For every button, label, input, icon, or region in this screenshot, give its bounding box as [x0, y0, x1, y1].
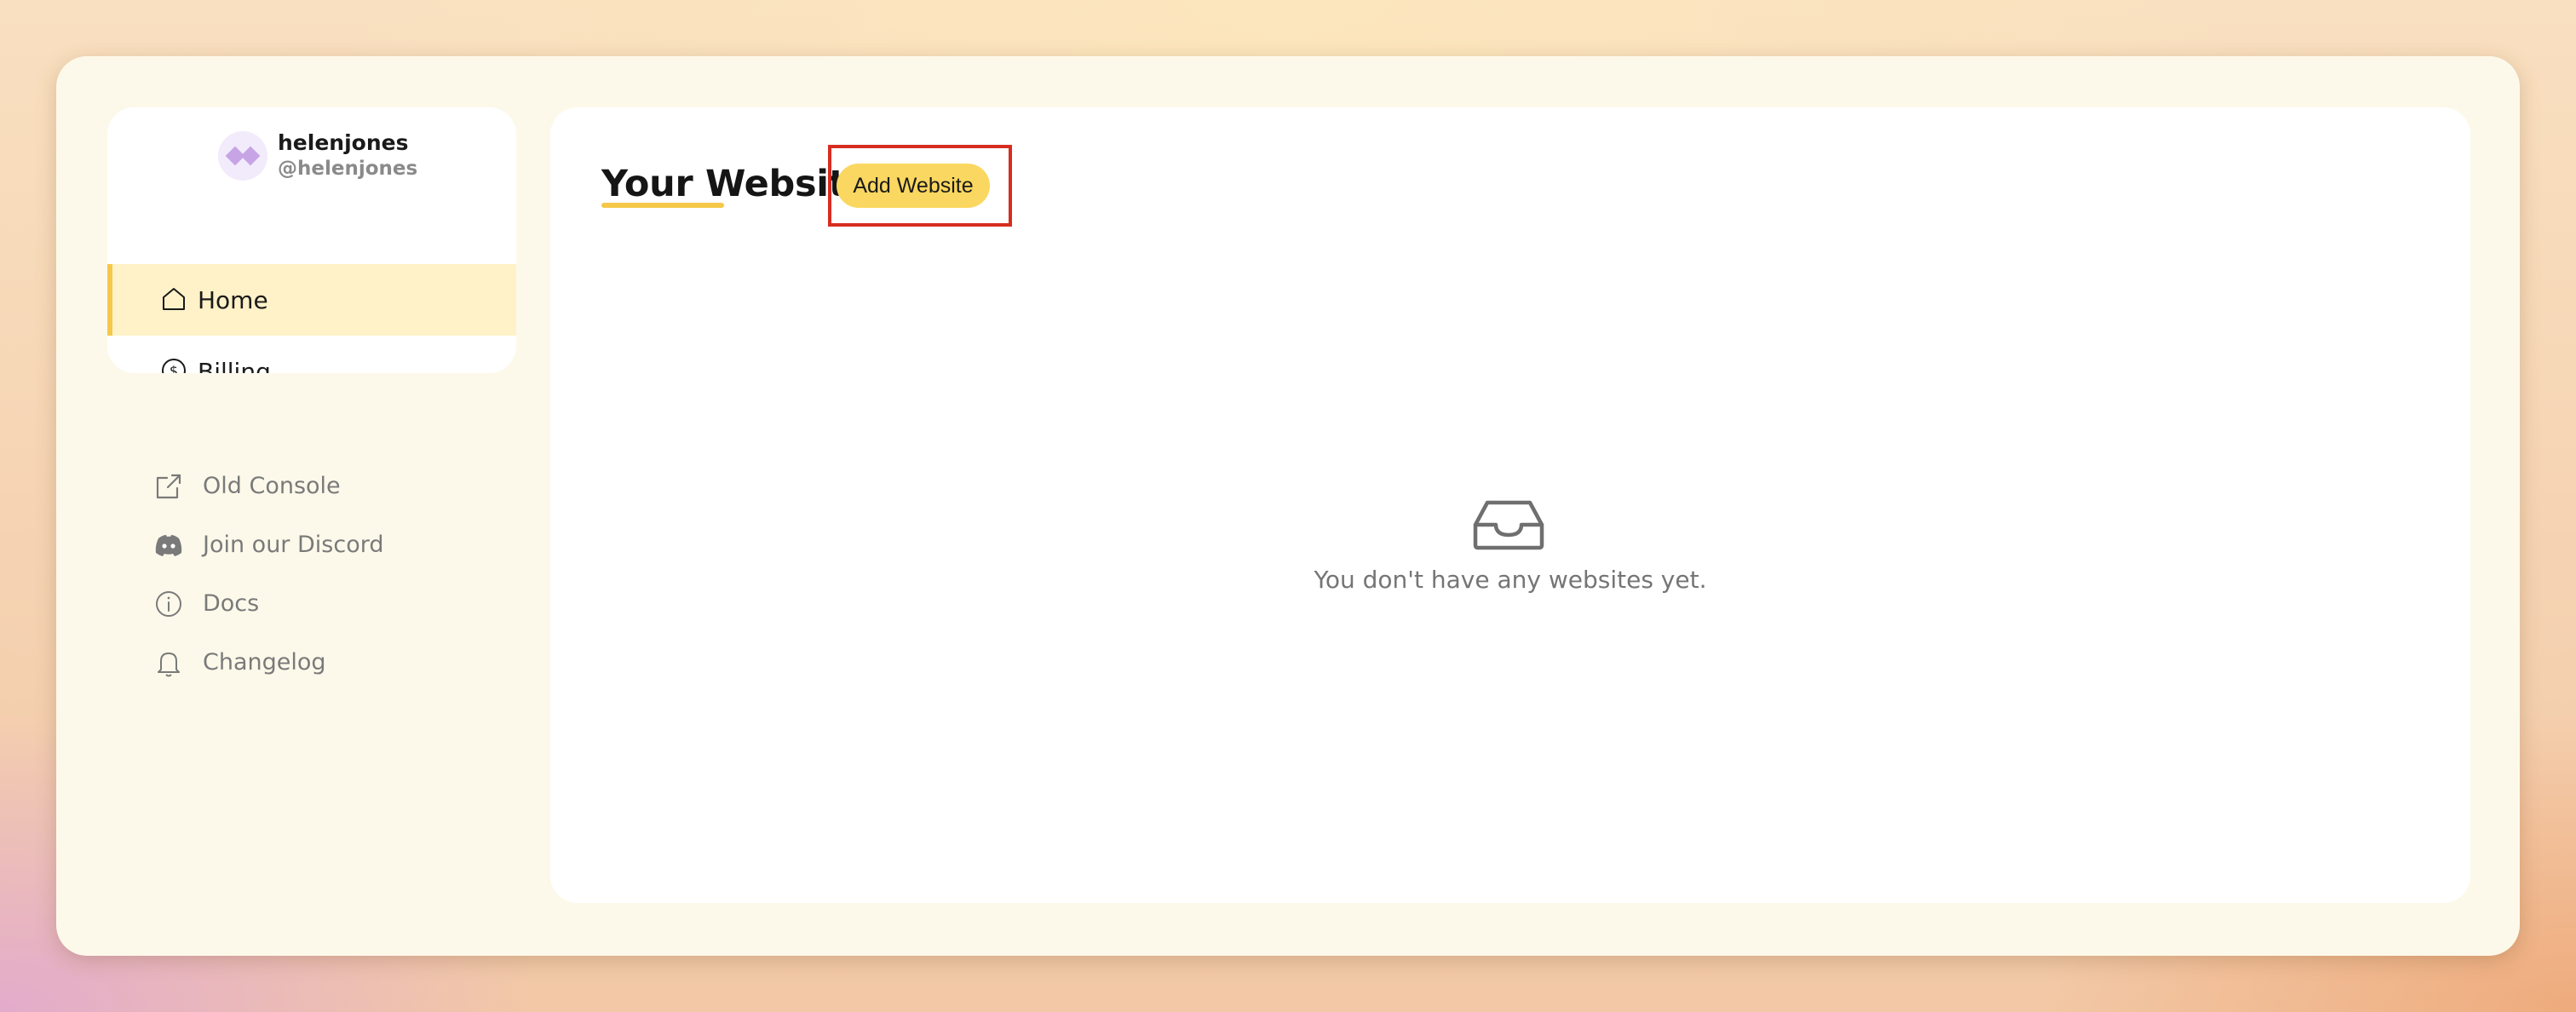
sidebar-item-home[interactable]: Home	[107, 264, 516, 336]
sidebar-item-label: Home	[198, 285, 268, 314]
app-window: helenjones @helenjones Home $ Billing Ol…	[56, 56, 2520, 956]
dollar-coin-icon: $	[162, 359, 186, 373]
user-handle: @helenjones	[278, 158, 418, 180]
home-icon	[163, 288, 185, 310]
external-link-icon	[156, 474, 181, 499]
link-label: Old Console	[203, 473, 341, 499]
avatar-diamond-right	[240, 146, 261, 165]
sidebar-item-billing[interactable]: $ Billing	[107, 336, 516, 373]
username: helenjones	[278, 130, 409, 155]
profile-nav-card: helenjones @helenjones Home $ Billing	[107, 107, 516, 373]
sidebar-item-label: Billing	[198, 357, 271, 374]
discord-icon	[155, 535, 182, 556]
main-content: Your Websites Add Website You don't have…	[550, 107, 2470, 903]
add-website-button[interactable]: Add Website	[837, 164, 990, 208]
link-label: Join our Discord	[203, 532, 384, 558]
user-profile[interactable]: helenjones @helenjones	[218, 129, 417, 181]
title-underline	[601, 203, 724, 208]
link-label: Docs	[203, 590, 260, 617]
link-label: Changelog	[203, 649, 326, 676]
avatar	[218, 130, 267, 181]
empty-state-message: You don't have any websites yet.	[1314, 566, 1707, 594]
bell-icon	[158, 653, 180, 677]
inbox-icon	[1473, 500, 1544, 550]
svg-text:$: $	[170, 363, 178, 373]
info-icon	[156, 591, 181, 617]
